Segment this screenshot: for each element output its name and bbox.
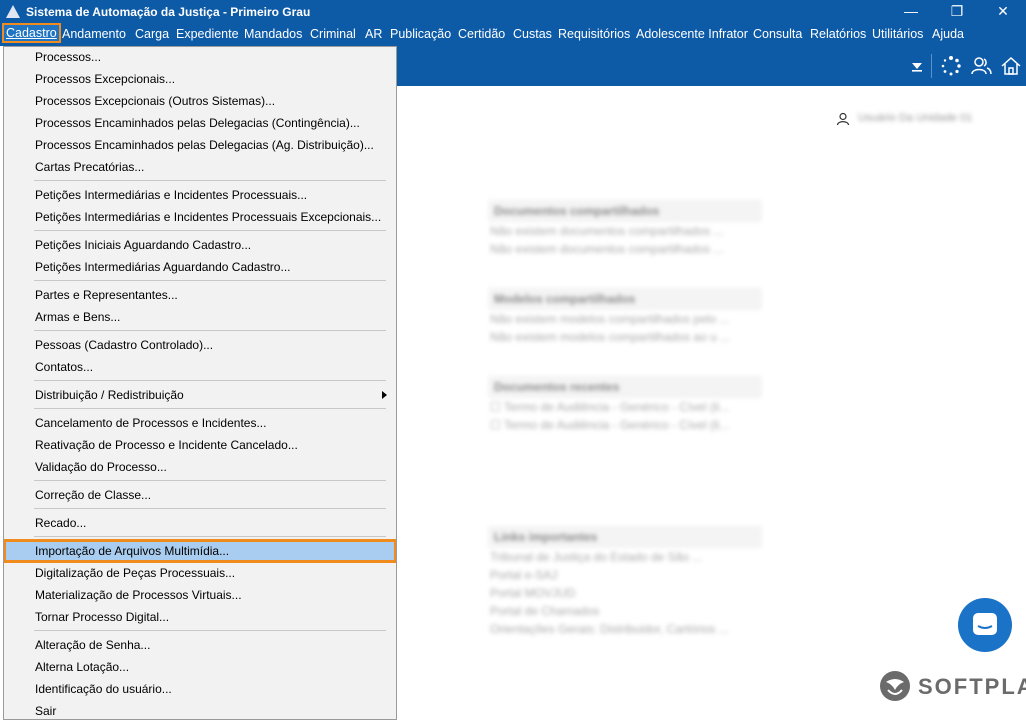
menu-item-digitalizacao[interactable]: Digitalização de Peças Processuais... [5, 563, 395, 583]
menu-mandados[interactable]: Mandados [244, 27, 302, 41]
menu-requisitorios[interactable]: Requisitórios [558, 27, 630, 41]
dropdown-filter-icon[interactable] [906, 55, 928, 77]
menu-separator [34, 536, 386, 537]
link-item[interactable]: Portal MOVJUD [488, 584, 762, 602]
panel-title: Modelos compartilhados [488, 288, 762, 310]
app-logo-icon [6, 5, 20, 18]
menu-item-pessoas[interactable]: Pessoas (Cadastro Controlado)... [5, 335, 395, 355]
menu-item-peticoes-intermediarias-excepcionais[interactable]: Petições Intermediárias e Incidentes Pro… [5, 207, 395, 227]
menu-item-alterna-lotacao[interactable]: Alterna Lotação... [5, 657, 395, 677]
panel-recent-documents: Documentos recentes ☐ Termo de Audiência… [488, 376, 762, 434]
panel-shared-documents: Documentos compartilhados Não existem do… [488, 200, 762, 258]
submenu-arrow-icon [382, 391, 387, 399]
list-item[interactable]: Não existem modelos compartilhados ao u … [488, 328, 762, 346]
menu-item-alteracao-senha[interactable]: Alteração de Senha... [5, 635, 395, 655]
menu-item-processos-excepcionais[interactable]: Processos Excepcionais... [5, 69, 395, 89]
list-item[interactable]: Não existem modelos compartilhados pelo … [488, 310, 762, 328]
panel-important-links: Links importantes Tribunal de Justiça do… [488, 526, 762, 638]
menu-item-recado[interactable]: Recado... [5, 513, 395, 533]
softplan-logo: SOFTPLAN [876, 668, 1026, 704]
menu-item-contatos[interactable]: Contatos... [5, 357, 395, 377]
list-item[interactable]: ☐ Termo de Audiência - Genérico - Cível … [488, 398, 762, 416]
menu-item-reativacao[interactable]: Reativação de Processo e Incidente Cance… [5, 435, 395, 455]
panel-title: Documentos compartilhados [488, 200, 762, 222]
toolbar [396, 46, 1026, 86]
cadastro-dropdown-menu: Processos... Processos Excepcionais... P… [3, 46, 397, 720]
menu-ar[interactable]: AR [365, 27, 382, 41]
list-item[interactable]: ☐ Termo de Audiência - Genérico - Cível … [488, 416, 762, 434]
link-item[interactable]: Tribunal de Justiça do Estado de São ... [488, 548, 762, 566]
menu-item-cartas-precatorias[interactable]: Cartas Precatórias... [5, 157, 395, 177]
menu-adolescente-infrator[interactable]: Adolescente Infrator [636, 27, 748, 41]
menu-item-correcao-classe[interactable]: Correção de Classe... [5, 485, 395, 505]
menu-separator [34, 380, 386, 381]
menu-item-materializacao[interactable]: Materialização de Processos Virtuais... [5, 585, 395, 605]
panel-shared-models: Modelos compartilhados Não existem model… [488, 288, 762, 346]
users-icon[interactable] [970, 55, 992, 77]
menu-separator [34, 280, 386, 281]
menu-item-tornar-digital[interactable]: Tornar Processo Digital... [5, 607, 395, 627]
menu-criminal[interactable]: Criminal [310, 27, 356, 41]
menu-carga[interactable]: Carga [135, 27, 169, 41]
panel-title: Links importantes [488, 526, 762, 548]
panel-title: Documentos recentes [488, 376, 762, 398]
softplan-logo-icon [880, 671, 910, 701]
menu-item-partes-representantes[interactable]: Partes e Representantes... [5, 285, 395, 305]
link-item[interactable]: Portal e-SAJ [488, 566, 762, 584]
menu-item-peticoes-intermediarias[interactable]: Petições Intermediárias e Incidentes Pro… [5, 185, 395, 205]
menu-item-peticoes-intermediarias-aguardando[interactable]: Petições Intermediárias Aguardando Cadas… [5, 257, 395, 277]
menu-consulta[interactable]: Consulta [753, 27, 802, 41]
close-button[interactable]: ✕ [980, 0, 1026, 24]
menu-item-identificacao-usuario[interactable]: Identificação do usuário... [5, 679, 395, 699]
menu-bar: Cadastro Andamento Carga Expediente Mand… [0, 23, 1026, 46]
menu-item-distribuicao[interactable]: Distribuição / Redistribuição [5, 385, 395, 405]
home-icon[interactable] [1000, 55, 1022, 77]
menu-utilitarios[interactable]: Utilitários [872, 27, 923, 41]
menu-certidao[interactable]: Certidão [458, 27, 505, 41]
menu-item-importacao-multimidia[interactable]: Importação de Arquivos Multimídia... [4, 539, 396, 563]
link-item[interactable]: Portal de Chamados [488, 602, 762, 620]
user-name: Usuário Da Unidade 01 [858, 112, 973, 124]
menu-item-armas-bens[interactable]: Armas e Bens... [5, 307, 395, 327]
user-icon [836, 112, 850, 129]
link-item[interactable]: Orientações Gerais: Distribuidor, Cartór… [488, 620, 762, 638]
menu-separator [34, 630, 386, 631]
menu-item-processos-delegacias-contingencia[interactable]: Processos Encaminhados pelas Delegacias … [5, 113, 395, 133]
menu-item-validacao[interactable]: Validação do Processo... [5, 457, 395, 477]
softplan-wordmark: SOFTPLAN [918, 674, 1026, 699]
menu-cadastro[interactable]: Cadastro [2, 23, 61, 43]
chat-button[interactable] [958, 598, 1012, 652]
minimize-button[interactable]: — [888, 0, 934, 24]
menu-publicacao[interactable]: Publicação [390, 27, 451, 41]
menu-expediente[interactable]: Expediente [176, 27, 239, 41]
title-bar: Sistema de Automação da Justiça - Primei… [0, 0, 1026, 24]
menu-separator [34, 230, 386, 231]
list-item[interactable]: Não existem documentos compartilhados ..… [488, 240, 762, 258]
menu-andamento[interactable]: Andamento [62, 27, 126, 41]
menu-item-sair[interactable]: Sair [5, 701, 395, 719]
menu-separator [34, 180, 386, 181]
menu-item-processos-delegacias-distribuicao[interactable]: Processos Encaminhados pelas Delegacias … [5, 135, 395, 155]
menu-item-cancelamento[interactable]: Cancelamento de Processos e Incidentes..… [5, 413, 395, 433]
chat-icon [973, 613, 997, 635]
loading-spinner-icon[interactable] [940, 55, 962, 77]
menu-separator [34, 480, 386, 481]
menu-relatorios[interactable]: Relatórios [810, 27, 866, 41]
list-item[interactable]: Não existem documentos compartilhados ..… [488, 222, 762, 240]
maximize-button[interactable]: ❐ [934, 0, 980, 24]
menu-custas[interactable]: Custas [513, 27, 552, 41]
menu-separator [34, 408, 386, 409]
menu-separator [34, 330, 386, 331]
menu-item-processos[interactable]: Processos... [5, 47, 395, 67]
main-content: Usuário Da Unidade 01 Documentos compart… [396, 86, 1026, 720]
toolbar-divider [931, 54, 932, 78]
menu-item-processos-excepcionais-outros[interactable]: Processos Excepcionais (Outros Sistemas)… [5, 91, 395, 111]
menu-ajuda[interactable]: Ajuda [932, 27, 964, 41]
menu-separator [34, 508, 386, 509]
menu-item-peticoes-iniciais-aguardando[interactable]: Petições Iniciais Aguardando Cadastro... [5, 235, 395, 255]
window-title: Sistema de Automação da Justiça - Primei… [26, 5, 311, 19]
